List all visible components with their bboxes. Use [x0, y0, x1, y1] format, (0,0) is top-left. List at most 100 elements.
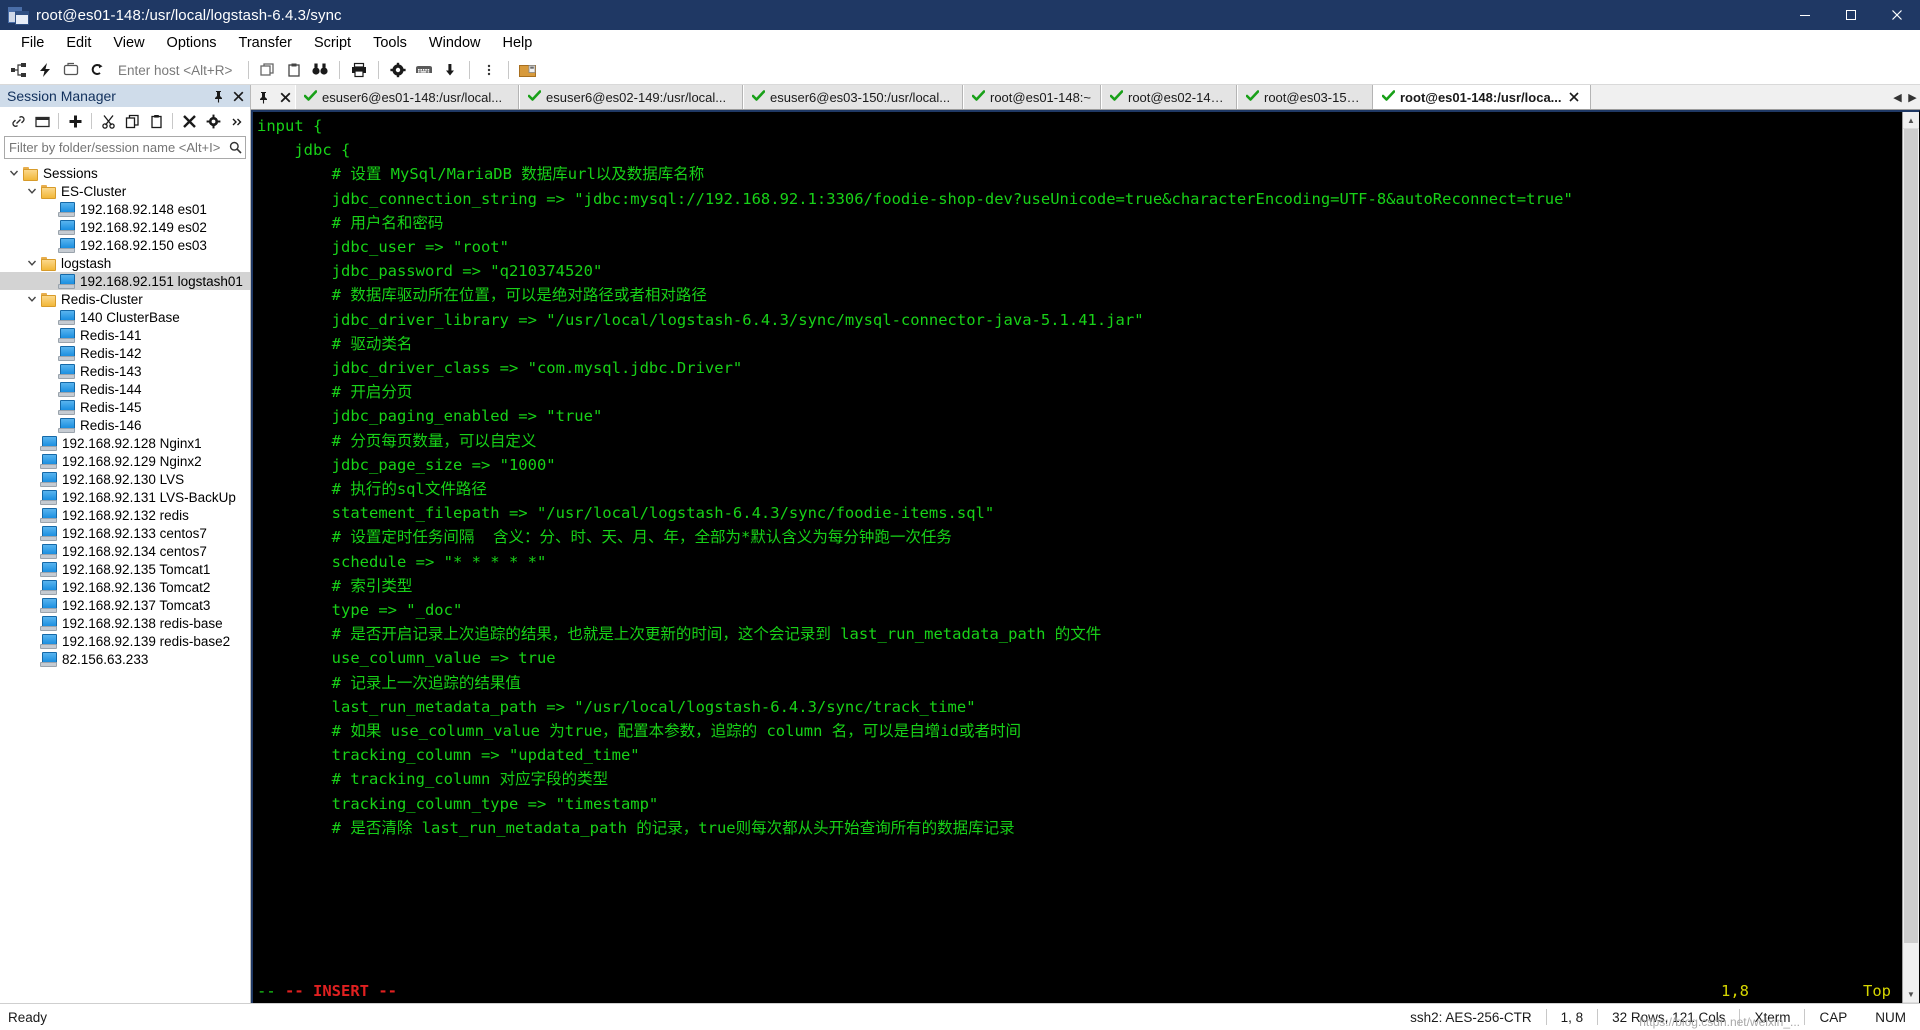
terminal-tab[interactable]: root@es02-149:~	[1101, 85, 1237, 109]
tree-session[interactable]: 192.168.92.134 centos7	[0, 542, 250, 560]
tree-session[interactable]: 192.168.92.138 redis-base	[0, 614, 250, 632]
tree-session[interactable]: 192.168.92.132 redis	[0, 506, 250, 524]
properties-icon[interactable]	[201, 110, 225, 132]
menu-edit[interactable]: Edit	[55, 32, 102, 54]
reconnect-icon[interactable]	[84, 58, 110, 82]
session-tree[interactable]: Sessions ES-Cluster 192.168.92.148 es01 192…	[0, 162, 250, 1003]
tree-session[interactable]: 192.168.92.139 redis-base2	[0, 632, 250, 650]
copy-icon[interactable]	[120, 110, 144, 132]
tree-session[interactable]: 192.168.92.130 LVS	[0, 470, 250, 488]
terminal-tab[interactable]: root@es01-148:/usr/loca...	[1373, 85, 1591, 109]
menu-file[interactable]: File	[10, 32, 55, 54]
tree-session[interactable]: Redis-141	[0, 326, 250, 344]
tree-session[interactable]: 192.168.92.151 logstash01	[0, 272, 250, 290]
tree-session[interactable]: 192.168.92.149 es02	[0, 218, 250, 236]
menu-options[interactable]: Options	[156, 32, 228, 54]
tree-item-label: 140 ClusterBase	[80, 309, 180, 325]
tree-session[interactable]: 192.168.92.148 es01	[0, 200, 250, 218]
menu-more-icon[interactable]	[476, 58, 502, 82]
file-transfer-icon[interactable]	[515, 58, 541, 82]
tree-session[interactable]: Redis-145	[0, 398, 250, 416]
tree-folder[interactable]: Redis-Cluster	[0, 290, 250, 308]
status-caps: CAP	[1819, 1009, 1848, 1025]
link-icon[interactable]	[6, 110, 30, 132]
terminal-line: # 如果 use_column_value 为true，配置本参数，追踪的 co…	[257, 722, 1021, 741]
tab-label: root@es01-148:~	[990, 89, 1092, 105]
tree-folder[interactable]: ES-Cluster	[0, 182, 250, 200]
terminal-tab[interactable]: root@es03-150:~	[1237, 85, 1373, 109]
session-manager-header: Session Manager	[0, 85, 250, 107]
session-filter-input[interactable]	[5, 139, 225, 156]
download-icon[interactable]	[437, 58, 463, 82]
chevron-down-icon[interactable]	[24, 183, 40, 199]
tree-session[interactable]: 192.168.92.135 Tomcat1	[0, 560, 250, 578]
tabbar-pin-icon[interactable]	[251, 85, 275, 109]
tab-close-icon[interactable]	[1568, 90, 1579, 105]
tab-scroll-right-icon[interactable]: ▶	[1905, 85, 1920, 109]
tree-folder[interactable]: Sessions	[0, 164, 250, 182]
close-panel-icon[interactable]	[230, 87, 246, 105]
session-options-icon[interactable]	[385, 58, 411, 82]
maximize-button[interactable]	[1828, 0, 1874, 30]
tree-session[interactable]: Redis-144	[0, 380, 250, 398]
tree-session[interactable]: 192.168.92.129 Nginx2	[0, 452, 250, 470]
menu-window[interactable]: Window	[418, 32, 492, 54]
main-toolbar: Enter host <Alt+R>	[0, 56, 1920, 85]
chevron-down-icon[interactable]	[24, 291, 40, 307]
tree-session[interactable]: 140 ClusterBase	[0, 308, 250, 326]
overflow-icon[interactable]	[225, 110, 249, 132]
menu-transfer[interactable]: Transfer	[228, 32, 303, 54]
tree-session[interactable]: 192.168.92.131 LVS-BackUp	[0, 488, 250, 506]
pin-icon[interactable]	[210, 87, 226, 105]
terminal-tab[interactable]: esuser6@es01-148:/usr/local...	[295, 85, 519, 109]
tree-session[interactable]: 192.168.92.133 centos7	[0, 524, 250, 542]
print-icon[interactable]	[346, 58, 372, 82]
host-input[interactable]: Enter host <Alt+R>	[118, 63, 232, 78]
chevron-down-icon[interactable]	[6, 165, 22, 181]
new-session-icon[interactable]	[63, 110, 87, 132]
scroll-up-icon[interactable]: ▲	[1903, 112, 1919, 129]
menu-script[interactable]: Script	[303, 32, 362, 54]
tab-scroll-left-icon[interactable]: ◀	[1890, 85, 1905, 109]
scrollbar-thumb[interactable]	[1904, 129, 1918, 944]
session-computer-icon	[58, 363, 75, 379]
new-folder-window-icon[interactable]	[30, 110, 54, 132]
paste-clipboard-icon[interactable]	[281, 58, 307, 82]
tree-session[interactable]: Redis-143	[0, 362, 250, 380]
clone-session-icon[interactable]	[255, 58, 281, 82]
menu-tools[interactable]: Tools	[362, 32, 418, 54]
menu-view[interactable]: View	[102, 32, 155, 54]
tree-session[interactable]: Redis-142	[0, 344, 250, 362]
menu-help[interactable]: Help	[492, 32, 544, 54]
scrollbar-track[interactable]	[1903, 129, 1919, 986]
terminal-tab[interactable]: root@es01-148:~	[963, 85, 1101, 109]
tree-session[interactable]: 192.168.92.128 Nginx1	[0, 434, 250, 452]
session-computer-icon	[40, 561, 57, 577]
minimize-button[interactable]	[1782, 0, 1828, 30]
tree-session[interactable]: 192.168.92.137 Tomcat3	[0, 596, 250, 614]
connect-icon[interactable]	[6, 58, 32, 82]
session-filter[interactable]	[4, 136, 246, 159]
connect-in-tab-icon[interactable]	[58, 58, 84, 82]
chevron-down-icon[interactable]	[24, 255, 40, 271]
terminal-tab[interactable]: esuser6@es02-149:/usr/local...	[519, 85, 743, 109]
tree-folder[interactable]: logstash	[0, 254, 250, 272]
tree-session[interactable]: 192.168.92.150 es03	[0, 236, 250, 254]
paste-icon[interactable]	[144, 110, 168, 132]
tree-session[interactable]: Redis-146	[0, 416, 250, 434]
tabbar-close-icon[interactable]	[275, 85, 295, 109]
quick-connect-icon[interactable]	[32, 58, 58, 82]
close-button[interactable]	[1874, 0, 1920, 30]
tree-session[interactable]: 192.168.92.136 Tomcat2	[0, 578, 250, 596]
tab-connected-icon	[303, 90, 318, 104]
terminal-scrollbar[interactable]: ▲ ▼	[1902, 112, 1919, 1003]
delete-icon[interactable]	[177, 110, 201, 132]
cut-icon[interactable]	[96, 110, 120, 132]
terminal-output[interactable]: input { jdbc { # 设置 MySql/MariaDB 数据库url…	[253, 112, 1902, 1003]
tree-item-label: Redis-144	[80, 381, 142, 397]
terminal-tab[interactable]: esuser6@es03-150:/usr/local...	[743, 85, 963, 109]
find-icon[interactable]	[307, 58, 333, 82]
search-icon[interactable]	[225, 141, 245, 154]
keymap-editor-icon[interactable]	[411, 58, 437, 82]
tree-session[interactable]: 82.156.63.233	[0, 650, 250, 668]
